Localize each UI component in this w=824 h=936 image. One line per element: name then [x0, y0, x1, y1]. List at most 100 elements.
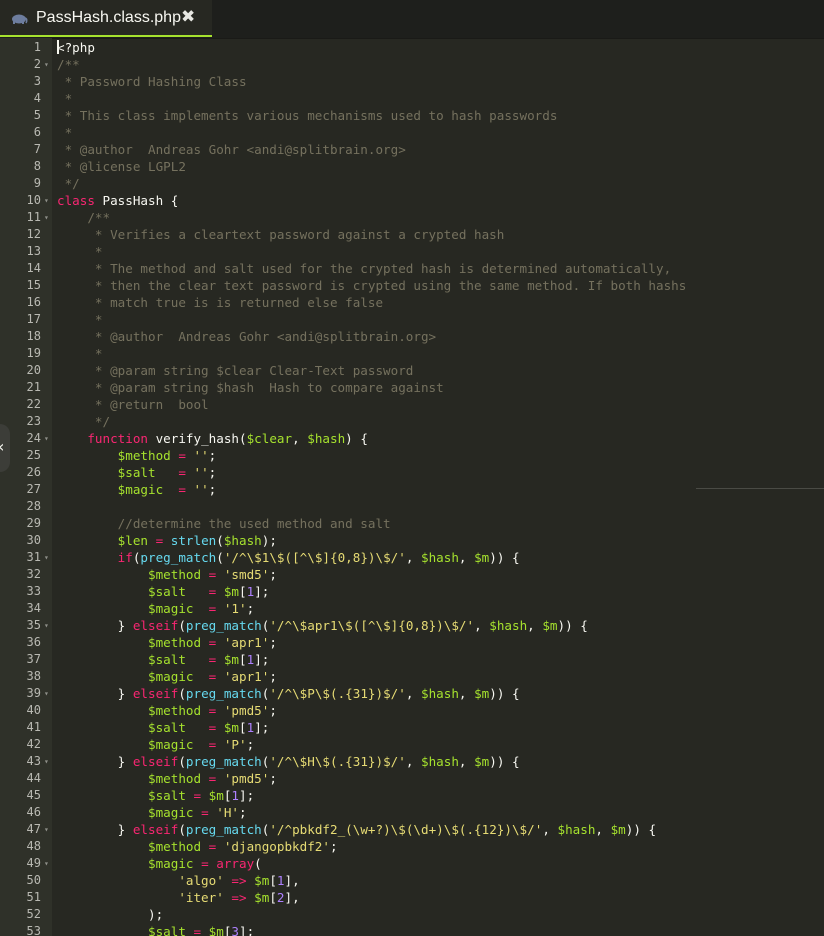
code-line[interactable]: 25 $method = '';	[0, 447, 824, 464]
code-token: ,	[527, 618, 543, 633]
code-line[interactable]: 38 $magic = 'apr1';	[0, 668, 824, 685]
fold-toggle-icon[interactable]: ▾	[44, 617, 49, 634]
code-line[interactable]: 26 $salt = '';	[0, 464, 824, 481]
fold-toggle-icon[interactable]: ▾	[44, 192, 49, 209]
code-line[interactable]: 23 */	[0, 413, 824, 430]
line-number: 14	[26, 261, 41, 275]
code-line[interactable]: 44 $method = 'pmd5';	[0, 770, 824, 787]
code-token: =	[185, 584, 217, 599]
fold-toggle-icon[interactable]: ▾	[44, 753, 49, 770]
code-line[interactable]: 42 $magic = 'P';	[0, 736, 824, 753]
line-number: 3	[33, 74, 41, 88]
code-token: ,	[458, 754, 475, 769]
code-text: if(preg_match('/^\$1\$([^\$]{0,8})\$/', …	[57, 549, 520, 566]
code-line[interactable]: 21 * @param string $hash Hash to compare…	[0, 379, 824, 396]
code-line[interactable]: 37 $salt = $m[1];	[0, 651, 824, 668]
code-token: * match true is is returned else false	[57, 295, 384, 310]
code-token: ;	[269, 567, 277, 582]
code-token: $m	[474, 754, 490, 769]
code-line[interactable]: 18 * @author Andreas Gohr <andi@splitbra…	[0, 328, 824, 345]
code-token: 3	[231, 924, 240, 936]
code-line[interactable]: 48 $method = 'djangopbkdf2';	[0, 838, 824, 855]
code-line[interactable]: 12 * Verifies a cleartext password again…	[0, 226, 824, 243]
code-line[interactable]: 20 * @param string $clear Clear-Text pas…	[0, 362, 824, 379]
line-number: 11	[26, 210, 41, 224]
code-line[interactable]: 16 * match true is is returned else fals…	[0, 294, 824, 311]
fold-toggle-icon[interactable]: ▾	[44, 549, 49, 566]
code-token: ;	[208, 465, 217, 480]
close-icon[interactable]: ✖	[181, 7, 195, 27]
php-elephant-icon	[12, 14, 28, 24]
code-line[interactable]: 17 *	[0, 311, 824, 328]
code-token: $salt	[57, 788, 186, 803]
code-token: 'pmd5'	[216, 703, 270, 718]
code-line[interactable]: 5 * This class implements various mechan…	[0, 107, 824, 124]
code-token: ];	[239, 924, 255, 936]
code-line[interactable]: 33 $salt = $m[1];	[0, 583, 824, 600]
fold-toggle-icon[interactable]: ▾	[44, 209, 49, 226]
code-line[interactable]: 49 ▾ $magic = array(	[0, 855, 824, 872]
code-line[interactable]: 39 ▾ } elseif(preg_match('/^\$P\$(.{31})$…	[0, 685, 824, 702]
code-line[interactable]: 32 $method = 'smd5';	[0, 566, 824, 583]
code-line[interactable]: 24 ▾ function verify_hash($clear, $hash) …	[0, 430, 824, 447]
code-line[interactable]: 53 $salt = $m[3];	[0, 923, 824, 936]
code-text: * @return bool	[57, 396, 209, 413]
code-token: ,	[405, 754, 421, 769]
code-text: $salt = $m[3];	[57, 923, 254, 936]
code-line[interactable]: 50 'algo' => $m[1],	[0, 872, 824, 889]
code-line[interactable]: 47 ▾ } elseif(preg_match('/^pbkdf2_(\w+?)…	[0, 821, 824, 838]
code-line[interactable]: 28	[0, 498, 824, 515]
code-line[interactable]: 34 $magic = '1';	[0, 600, 824, 617]
fold-toggle-icon[interactable]: ▾	[44, 855, 49, 872]
code-line[interactable]: 52 );	[0, 906, 824, 923]
code-line[interactable]: 19 *	[0, 345, 824, 362]
code-line[interactable]: 22 * @return bool	[0, 396, 824, 413]
code-text: $method = 'apr1';	[57, 634, 277, 651]
code-text: //determine the used method and salt	[57, 515, 391, 532]
code-line[interactable]: 8 * @license LGPL2	[0, 158, 824, 175]
code-line[interactable]: 10 ▾ class PassHash {	[0, 192, 824, 209]
code-line[interactable]: 35 ▾ } elseif(preg_match('/^\$apr1\$([^\$…	[0, 617, 824, 634]
code-line[interactable]: 46 $magic = 'H';	[0, 804, 824, 821]
fold-toggle-icon[interactable]: ▾	[44, 56, 49, 73]
code-token: <?php	[57, 40, 95, 55]
code-line[interactable]: 27 $magic = '';	[0, 481, 824, 498]
line-number: 12	[26, 227, 41, 241]
code-line[interactable]: 6 *	[0, 124, 824, 141]
code-token: ) {	[345, 431, 368, 446]
code-line[interactable]: 4 *	[0, 90, 824, 107]
code-line[interactable]: 45 $salt = $m[1];	[0, 787, 824, 804]
fold-toggle-icon[interactable]: ▾	[44, 430, 49, 447]
code-text: *	[57, 243, 103, 260]
code-token: ;	[269, 635, 277, 650]
code-line[interactable]: 41 $salt = $m[1];	[0, 719, 824, 736]
code-line[interactable]: 30 $len = strlen($hash);	[0, 532, 824, 549]
code-line[interactable]: 15 * then the clear text password is cry…	[0, 277, 824, 294]
code-token: //determine the used method and salt	[57, 516, 391, 531]
fold-toggle-icon[interactable]: ▾	[44, 821, 49, 838]
code-line[interactable]: 11 ▾ /**	[0, 209, 824, 226]
code-line[interactable]: 36 $method = 'apr1';	[0, 634, 824, 651]
code-token: (	[178, 754, 186, 769]
code-line[interactable]: 51 'iter' => $m[2],	[0, 889, 824, 906]
code-editor[interactable]: 1 <?php 2 ▾/** 3 * Password Hashing Class 4 *…	[0, 38, 824, 936]
code-line[interactable]: 3 * Password Hashing Class	[0, 73, 824, 90]
code-token: $hash	[489, 618, 528, 633]
code-line[interactable]: 1 <?php	[0, 39, 824, 56]
tab-passhash[interactable]: PassHash.class.php ✖	[0, 0, 212, 37]
code-token: =	[163, 482, 186, 497]
code-token: ;	[269, 703, 277, 718]
code-text: *	[57, 311, 103, 328]
code-line[interactable]: 14 * The method and salt used for the cr…	[0, 260, 824, 277]
code-line[interactable]: 13 *	[0, 243, 824, 260]
code-line[interactable]: 2 ▾ /**	[0, 56, 824, 73]
fold-toggle-icon[interactable]: ▾	[44, 685, 49, 702]
code-line[interactable]: 40 $method = 'pmd5';	[0, 702, 824, 719]
code-line[interactable]: 43 ▾ } elseif(preg_match('/^\$H\$(.{31})$…	[0, 753, 824, 770]
side-panel-toggle[interactable]: ‹	[0, 424, 10, 472]
code-line[interactable]: 7 * @author Andreas Gohr <andi@splitbrai…	[0, 141, 824, 158]
code-line[interactable]: 9 */	[0, 175, 824, 192]
code-line[interactable]: 29 //determine the used method and salt	[0, 515, 824, 532]
code-token: $m	[201, 924, 224, 936]
code-line[interactable]: 31 ▾ if(preg_match('/^\$1\$([^\$]{0,8})\$…	[0, 549, 824, 566]
